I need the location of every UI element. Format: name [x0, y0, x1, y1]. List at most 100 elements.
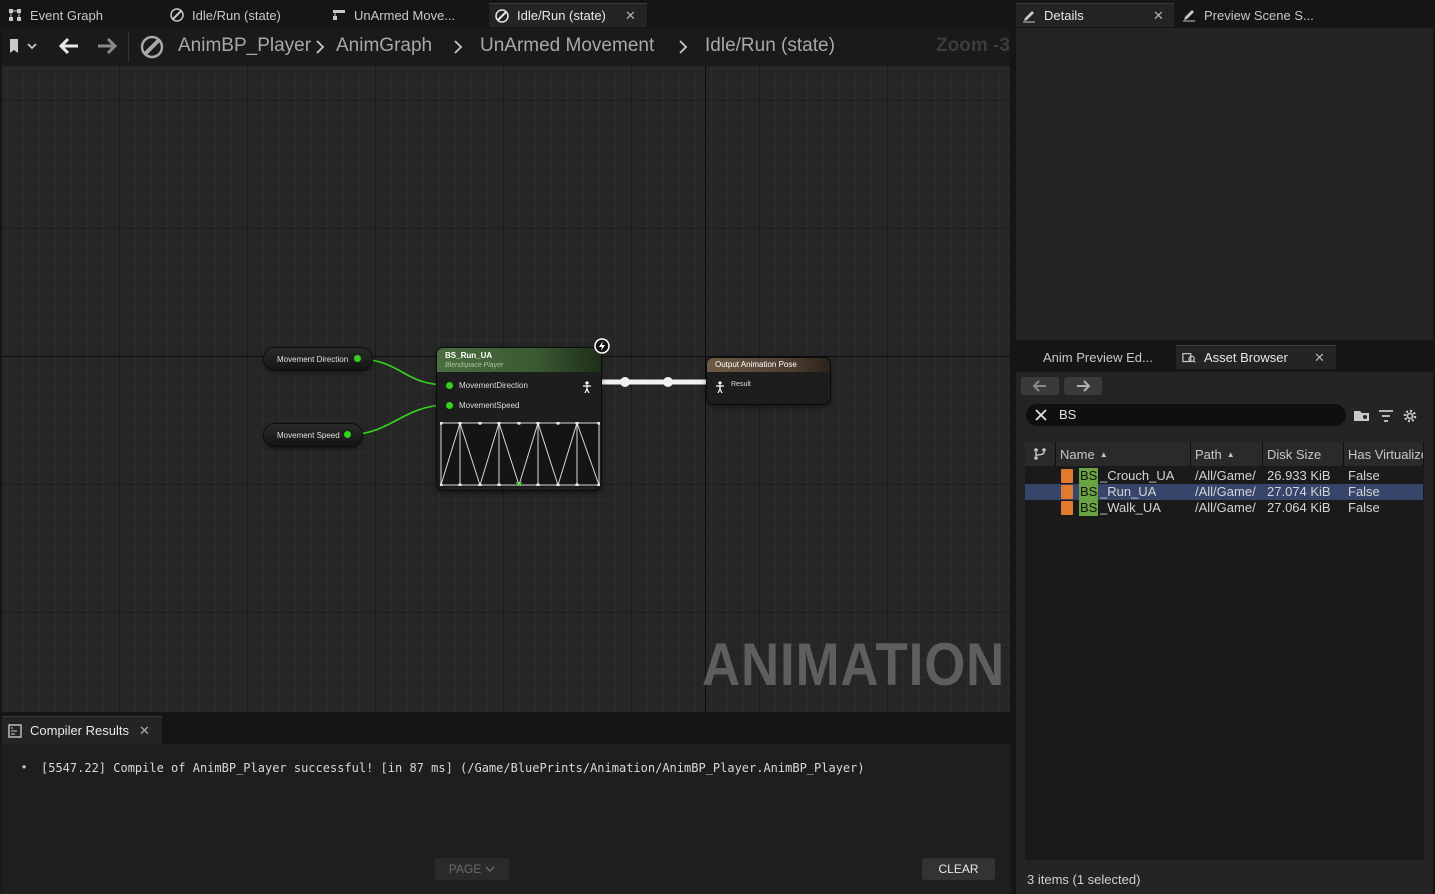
clear-label: CLEAR [938, 862, 979, 876]
close-tab-icon[interactable]: ✕ [139, 723, 150, 739]
bookmark-icon[interactable] [8, 38, 38, 59]
asset-browser-panel: BS Name ▲ Path ▲ Disk Size Has Virtualiz… [1016, 372, 1433, 894]
node-title: Output Animation Pose [715, 360, 797, 369]
output-pin[interactable] [344, 431, 351, 438]
asset-virtualized: False [1348, 484, 1380, 499]
column-path[interactable]: Path ▲ [1191, 442, 1263, 466]
breadcrumb-item-animbp[interactable]: AnimBP_Player [178, 35, 311, 57]
bullet: • [22, 760, 27, 774]
column-has-virtualized[interactable]: Has Virtualize [1344, 442, 1424, 466]
tab-label: Compiler Results [30, 723, 129, 738]
chevron-down-icon [485, 862, 495, 876]
blendspace-asset-icon [1061, 469, 1073, 483]
asset-path: /All/Game/ [1195, 500, 1256, 515]
tab-details[interactable]: Details ✕ [1016, 3, 1174, 27]
pencil-icon [1182, 8, 1196, 22]
input-pin-speed[interactable] [446, 402, 453, 409]
column-source-control[interactable] [1025, 442, 1056, 466]
clear-search-icon[interactable] [1034, 408, 1048, 427]
blendspace-asset-icon [1061, 485, 1073, 499]
tab-label: UnArmed Move... [354, 7, 456, 23]
asset-count-status: 3 items (1 selected) [1027, 872, 1141, 887]
output-animation-pose-node[interactable]: Output Animation Pose Result [707, 358, 830, 404]
tab-anim-preview-editor[interactable]: Anim Preview Ed... [1016, 345, 1174, 369]
asset-row-selected[interactable]: BS _Run_UA /All/Game/ 27.074 KiB False [1025, 484, 1423, 500]
tab-preview-scene-settings[interactable]: Preview Scene S... [1176, 3, 1334, 27]
breadcrumb-item-unarmed-movement[interactable]: UnArmed Movement [480, 35, 654, 57]
tab-label: Anim Preview Ed... [1043, 349, 1153, 365]
var-node-movement-speed[interactable]: Movement Speed [264, 424, 362, 446]
pin-label-direction: MovementDirection [459, 381, 528, 390]
close-tab-icon[interactable]: ✕ [1153, 8, 1164, 24]
back-arrow-icon [1032, 380, 1046, 392]
page-label: PAGE [448, 862, 482, 876]
column-name[interactable]: Name ▲ [1056, 442, 1191, 466]
asset-name: _Walk_UA [1100, 500, 1161, 515]
var-node-label: Movement Direction [277, 354, 349, 364]
page-dropdown[interactable]: PAGE [435, 858, 509, 880]
back-arrow-icon[interactable] [58, 37, 80, 60]
tab-label: Preview Scene S... [1204, 7, 1314, 23]
column-disk-size[interactable]: Disk Size [1263, 442, 1344, 466]
compiler-body: • [5547.22] Compile of AnimBP_Player suc… [2, 744, 1010, 894]
var-node-movement-direction[interactable]: Movement Direction [264, 348, 372, 370]
close-tab-icon[interactable]: ✕ [625, 8, 636, 24]
column-label: Has Virtualize [1348, 446, 1424, 462]
history-back-button[interactable] [1021, 377, 1059, 395]
chevron-right-icon [678, 39, 688, 60]
blendspace-player-node[interactable]: BS_Run_UA Blendspace Player MovementDire… [437, 348, 601, 490]
history-forward-button[interactable] [1064, 377, 1102, 395]
node-subtitle: Blendspace Player [445, 362, 504, 369]
column-label: Name [1060, 446, 1095, 462]
tab-unarmed-movement[interactable]: UnArmed Move... [326, 3, 486, 27]
fast-path-icon [594, 338, 610, 359]
clear-button[interactable]: CLEAR [922, 858, 995, 880]
state-icon [140, 35, 164, 64]
tab-event-graph[interactable]: Event Graph [2, 3, 162, 27]
name-highlight: BS [1079, 500, 1099, 516]
filter-icon[interactable] [1378, 409, 1394, 428]
pose-output-pin-icon[interactable] [582, 380, 592, 398]
asset-row[interactable]: BS _Crouch_UA /All/Game/ 26.933 KiB Fals… [1025, 468, 1423, 484]
forward-arrow-icon[interactable] [96, 37, 118, 60]
asset-path: /All/Game/ [1195, 468, 1256, 483]
tab-compiler-results[interactable]: Compiler Results ✕ [2, 716, 162, 744]
chevron-right-icon [453, 39, 463, 60]
tab-asset-browser[interactable]: Asset Browser ✕ [1176, 345, 1336, 369]
var-node-label: Movement Speed [277, 430, 340, 440]
asset-path: /All/Game/ [1195, 484, 1256, 499]
search-input[interactable]: BS [1059, 407, 1076, 422]
blendspace-asset-icon [1061, 501, 1073, 515]
close-tab-icon[interactable]: ✕ [1314, 350, 1325, 366]
breadcrumb-item-idle-run[interactable]: Idle/Run (state) [705, 35, 835, 57]
asset-size: 26.933 KiB [1267, 468, 1331, 483]
separator [128, 32, 129, 62]
asset-size: 27.064 KiB [1267, 500, 1331, 515]
tab-idle-run-state-active[interactable]: Idle/Run (state) ✕ [489, 3, 647, 27]
pencil-icon [1022, 9, 1036, 23]
graph-canvas[interactable]: ANIMATION Movement Direction Movement Sp… [2, 66, 1010, 712]
sort-ascending-icon: ▲ [1226, 449, 1235, 459]
blendspace-preview-graph [439, 421, 601, 491]
breadcrumb-item-animgraph[interactable]: AnimGraph [336, 35, 432, 57]
asset-list: Name ▲ Path ▲ Disk Size Has Virtualize B… [1025, 442, 1424, 860]
tab-label: Details [1044, 8, 1084, 23]
search-box[interactable]: BS [1026, 404, 1346, 426]
compile-message: [5547.22] Compile of AnimBP_Player succe… [41, 761, 865, 775]
asset-row[interactable]: BS _Walk_UA /All/Game/ 27.064 KiB False [1025, 500, 1423, 516]
compiler-results-panel: Compiler Results ✕ • [5547.22] Compile o… [0, 714, 1012, 894]
input-pin-direction[interactable] [446, 382, 453, 389]
tab-idle-run-state-1[interactable]: Idle/Run (state) [164, 3, 324, 27]
column-label: Path [1195, 446, 1222, 462]
output-pin[interactable] [354, 355, 361, 362]
branch-icon [1034, 448, 1046, 460]
state-icon [495, 8, 509, 23]
asset-virtualized: False [1348, 468, 1380, 483]
pin-label-speed: MovementSpeed [459, 401, 520, 410]
tab-label: Event Graph [30, 7, 103, 23]
asset-size: 27.074 KiB [1267, 484, 1331, 499]
pose-input-pin-icon[interactable] [715, 380, 725, 398]
chevron-right-icon [315, 39, 325, 60]
settings-gear-icon[interactable] [1402, 408, 1418, 429]
folder-search-icon[interactable] [1353, 408, 1371, 427]
